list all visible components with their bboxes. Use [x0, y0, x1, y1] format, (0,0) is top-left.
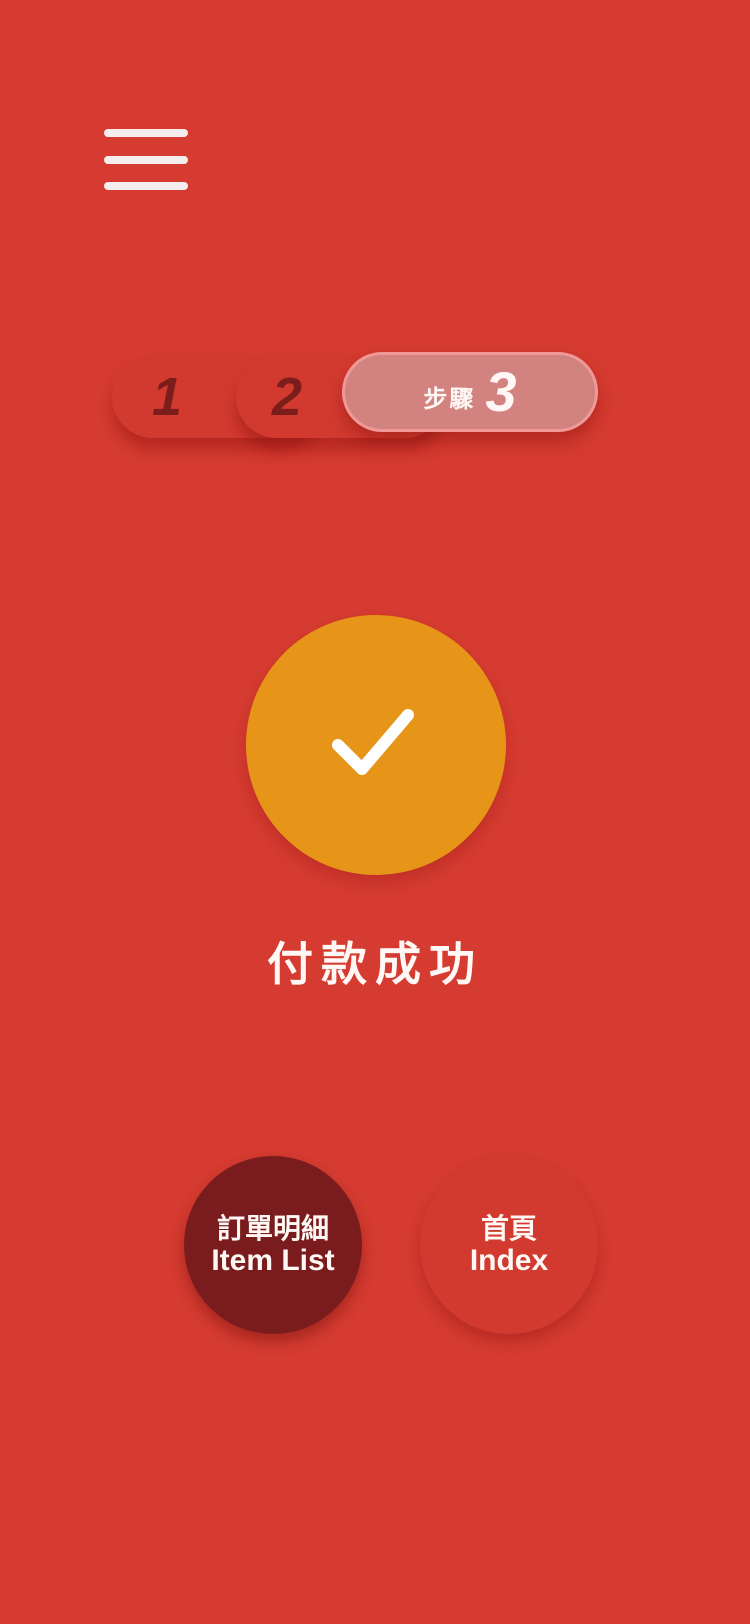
index-button[interactable]: 首頁 Index: [420, 1156, 598, 1334]
index-label-en: Index: [469, 1244, 549, 1277]
checkout-stepper: 1 2 步驟 3: [112, 352, 608, 452]
item-list-label-zh: 訂單明細: [216, 1212, 329, 1245]
index-label-zh: 首頁: [480, 1212, 537, 1245]
step-3-number: 3: [485, 360, 517, 423]
hamburger-menu-icon-line-bottom: [104, 182, 188, 190]
step-1-number: 1: [152, 367, 183, 427]
checkmark-icon: [332, 709, 414, 775]
success-badge: [246, 615, 506, 875]
step-2-number: 2: [272, 367, 303, 427]
hamburger-menu-icon-line-top: [104, 129, 188, 137]
item-list-button[interactable]: 訂單明細 Item List: [184, 1156, 362, 1334]
step-3-pill-active: 步驟 3: [342, 352, 598, 432]
hamburger-menu-button[interactable]: [100, 124, 188, 192]
payment-success-message: 付款成功: [267, 937, 483, 991]
item-list-label-en: Item List: [211, 1244, 335, 1277]
step-3-label: 步驟: [423, 384, 476, 413]
hamburger-menu-icon-line-middle: [104, 156, 188, 164]
